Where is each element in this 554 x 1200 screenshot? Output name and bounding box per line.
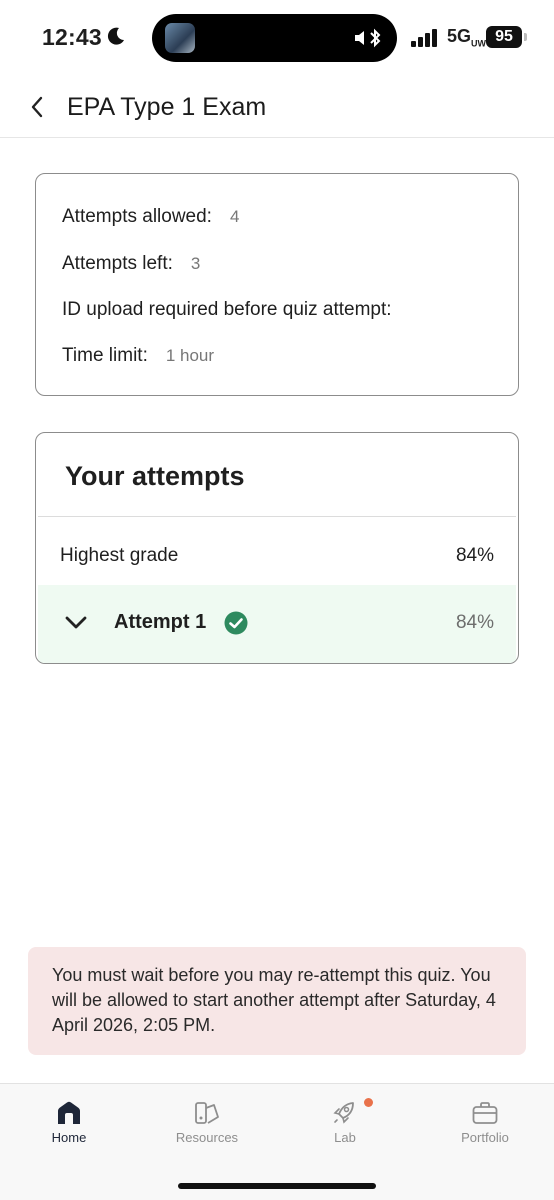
battery-indicator: 95 (486, 26, 522, 48)
attempt-label: Attempt 1 (114, 611, 207, 633)
back-button[interactable] (22, 92, 52, 122)
reattempt-notice: You must wait before you may re-attempt … (28, 947, 526, 1055)
attempt-row[interactable]: Attempt 1 84% (38, 585, 516, 663)
notification-badge (364, 1098, 373, 1107)
attempts-left-label: Attempts left: (62, 253, 173, 274)
highest-grade-label: Highest grade (60, 545, 179, 566)
media-thumbnail (165, 23, 195, 53)
check-circle-icon (224, 611, 248, 635)
status-time: 12:43 (42, 24, 102, 50)
nav-label-portfolio: Portfolio (461, 1130, 509, 1145)
quiz-info-card: Attempts allowed: 4 Attempts left: 3 ID up… (35, 173, 519, 396)
status-bar: 12:43 5GUW 95 (0, 0, 554, 76)
nav-label-lab: Lab (334, 1130, 356, 1145)
attempts-allowed-row: Attempts allowed: 4 (62, 206, 239, 228)
chevron-left-icon (31, 96, 43, 118)
id-upload-label: ID upload required before quiz attempt: (62, 299, 392, 320)
home-indicator (178, 1183, 376, 1189)
briefcase-icon (472, 1102, 498, 1124)
id-upload-row: ID upload required before quiz attempt: (62, 299, 392, 321)
network-label: 5GUW (447, 26, 487, 49)
battery-tip (524, 33, 527, 41)
nav-label-resources: Resources (175, 1130, 239, 1145)
bluetooth-audio-icon (355, 28, 381, 48)
home-icon (58, 1101, 80, 1124)
attempts-card: Your attempts Highest grade 84% Attempt … (35, 432, 519, 664)
page-header: EPA Type 1 Exam (0, 76, 554, 138)
nav-item-home[interactable]: Home (14, 1100, 124, 1145)
rocket-icon (333, 1102, 354, 1124)
time-limit-row: Time limit: 1 hour (62, 345, 214, 367)
highest-grade-value: 84% (455, 545, 494, 566)
signal-icon (411, 29, 437, 47)
nav-item-lab[interactable]: Lab (290, 1098, 400, 1145)
attempts-left-value: 3 (190, 254, 201, 273)
attempts-allowed-label: Attempts allowed: (62, 206, 212, 227)
attempts-left-row: Attempts left: 3 (62, 253, 200, 275)
nav-item-resources[interactable]: Resources (152, 1100, 262, 1145)
nav-item-portfolio[interactable]: Portfolio (430, 1100, 540, 1145)
divider (38, 516, 516, 517)
attempts-allowed-value: 4 (229, 207, 240, 226)
attempts-title: Your attempts (65, 461, 245, 491)
nav-label-home: Home (51, 1130, 87, 1145)
attempt-grade: 84% (455, 612, 494, 633)
time-limit-label: Time limit: (62, 345, 148, 366)
moon-icon (107, 27, 124, 45)
page-title: EPA Type 1 Exam (67, 93, 267, 121)
time-limit-value: 1 hour (165, 346, 215, 365)
resources-icon (195, 1102, 219, 1124)
chevron-down-icon (65, 616, 87, 629)
dynamic-island[interactable] (152, 14, 397, 62)
